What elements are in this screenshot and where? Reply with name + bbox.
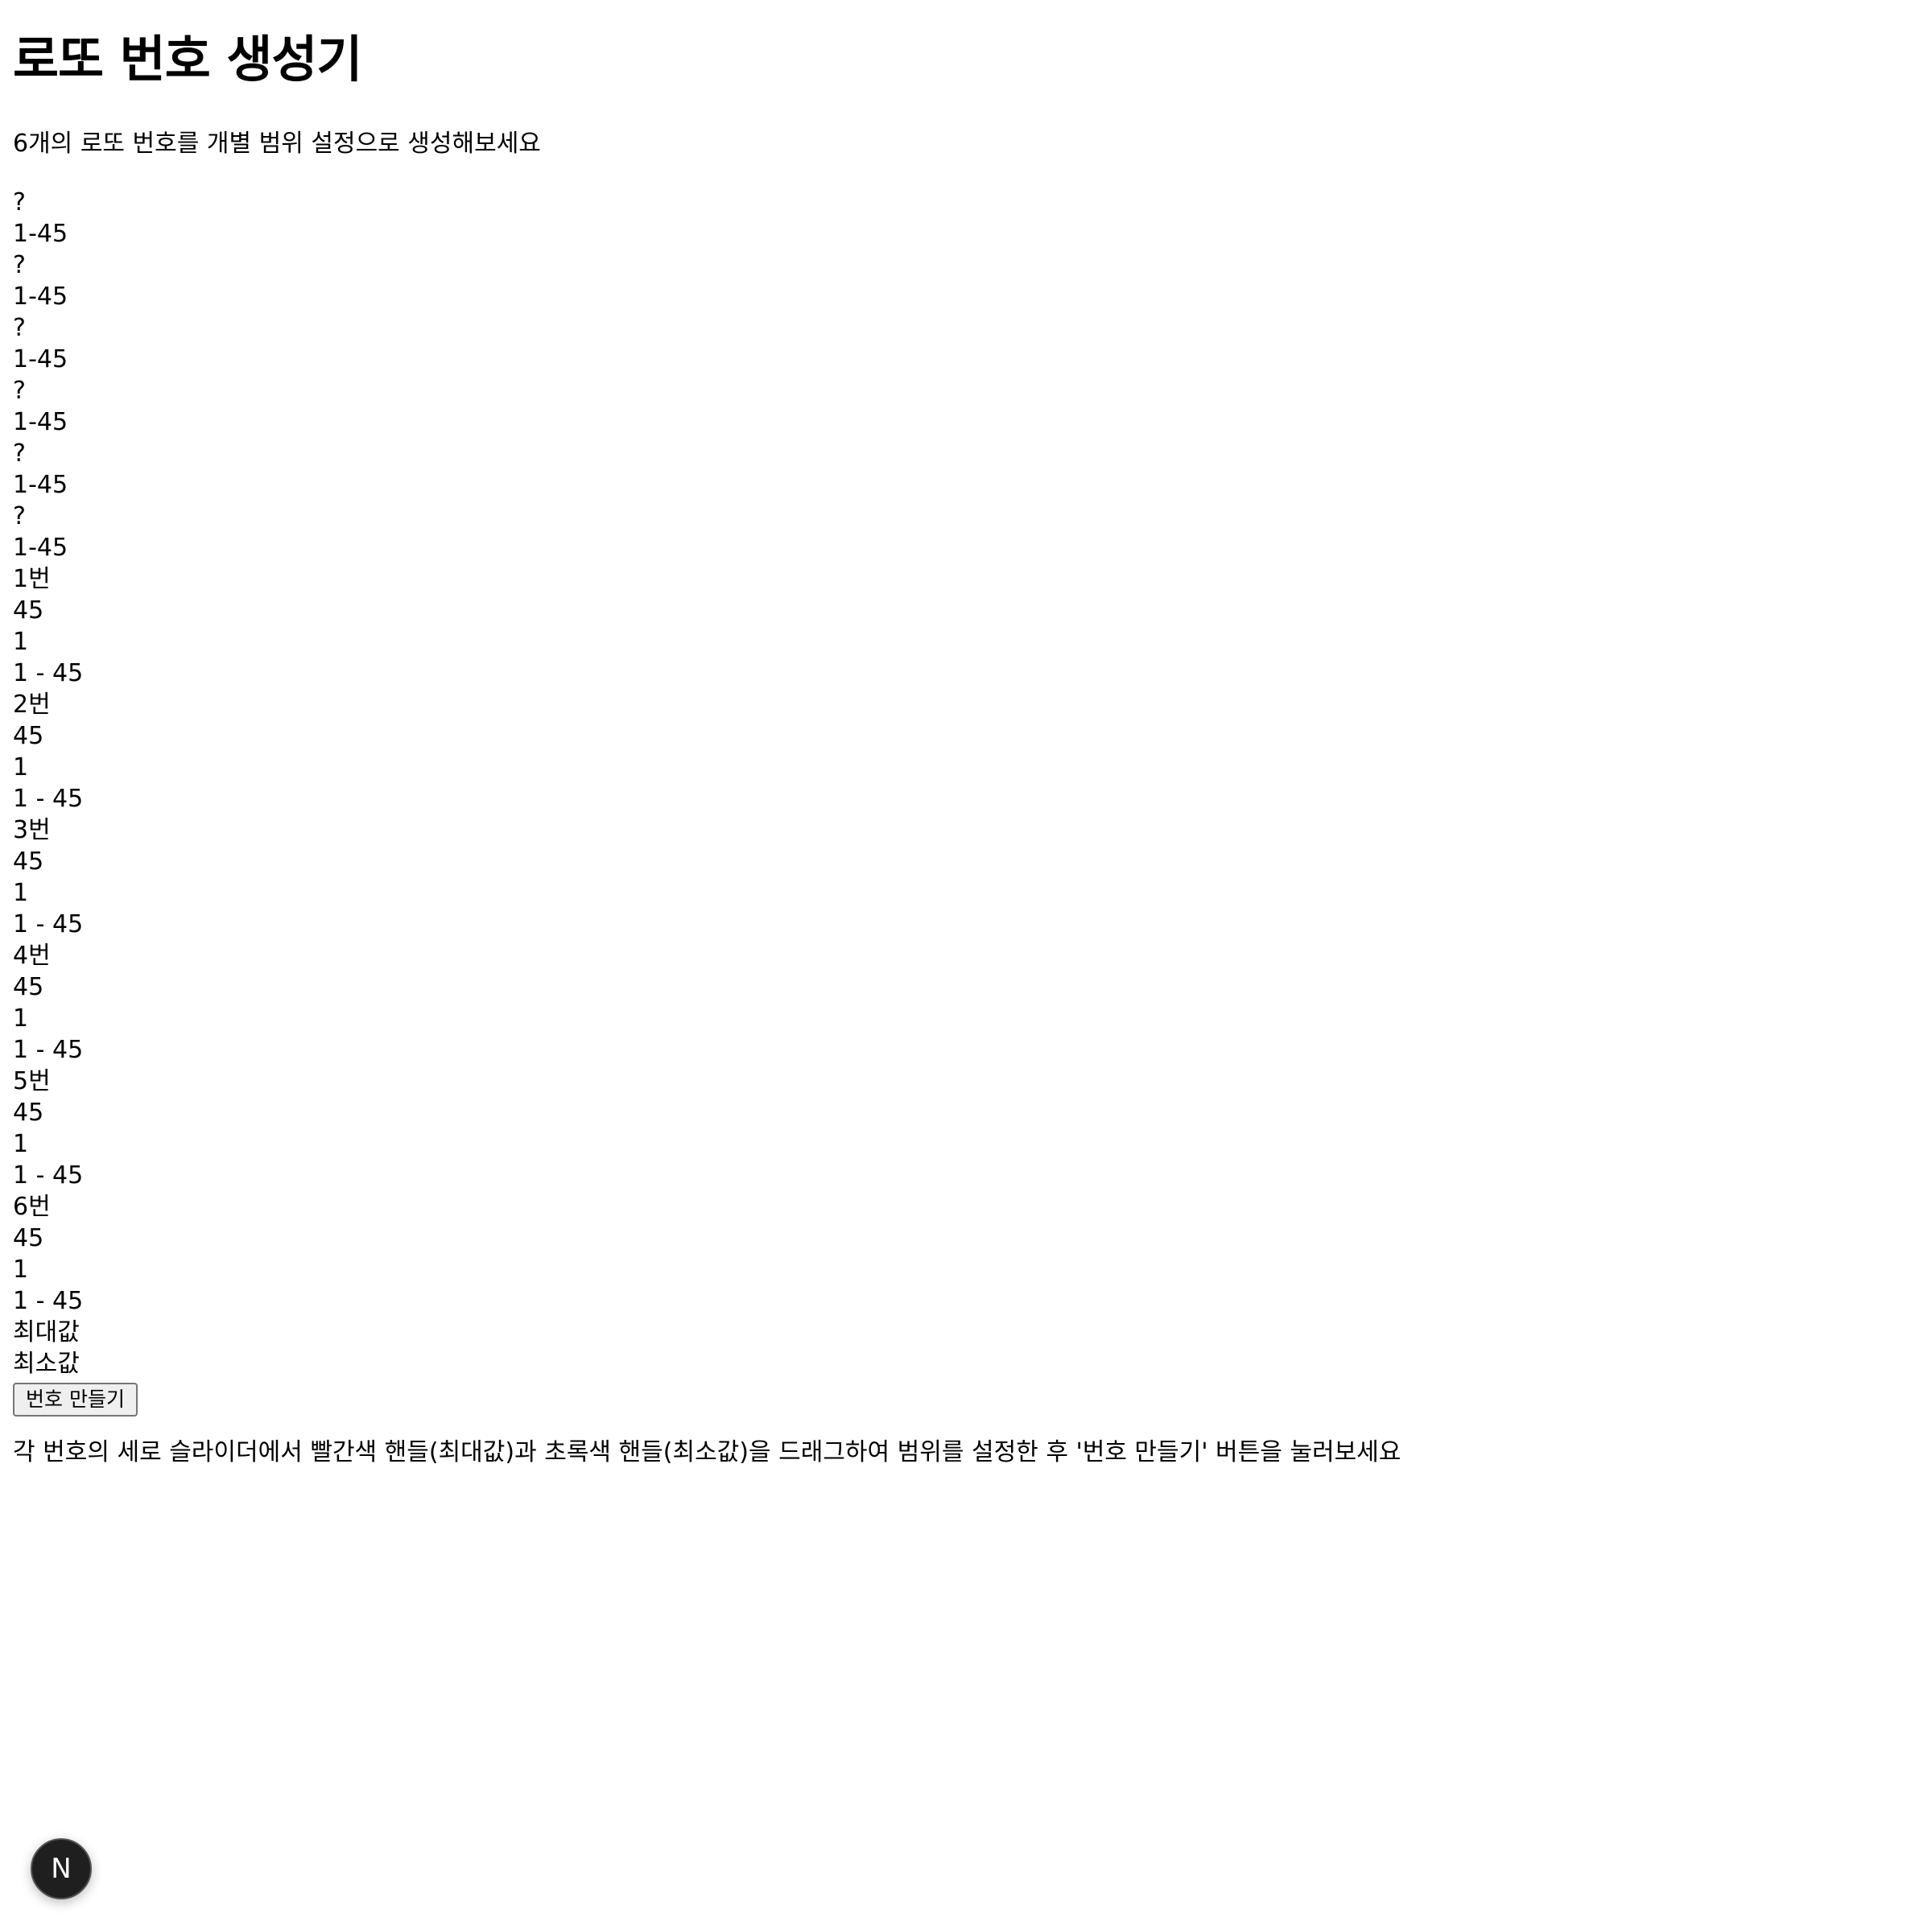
ball-value: ? (13, 251, 26, 279)
slider-min-value[interactable]: 1 (13, 877, 1932, 909)
slider-min-value[interactable]: 1 (13, 1128, 1932, 1160)
ball-item: ? 1-45 (13, 187, 1932, 249)
range-slider[interactable]: 3번 45 1 1 - 45 (13, 814, 1932, 940)
slider-max-value[interactable]: 45 (13, 595, 1932, 626)
range-slider[interactable]: 2번 45 1 1 - 45 (13, 689, 1932, 814)
slider-range-text: 1 - 45 (13, 910, 84, 938)
ball-list: ? 1-45 ? 1-45 ? 1-45 ? 1-45 ? 1-45 ? 1-4… (13, 187, 1932, 563)
slider-max-value[interactable]: 45 (13, 720, 1932, 752)
ball-item: ? 1-45 (13, 312, 1932, 375)
handle-legend: 최대값 최소값 (13, 1317, 1932, 1379)
slider-range-text: 1 - 45 (13, 1287, 84, 1315)
content: ? 1-45 ? 1-45 ? 1-45 ? 1-45 ? 1-45 ? 1-4… (13, 187, 1932, 1417)
slider-min-value[interactable]: 1 (13, 752, 1932, 783)
page: 로또 번호 생성기 6개의 로또 번호를 개별 범위 설정으로 생성해보세요 ?… (0, 0, 1932, 1930)
ball-item: ? 1-45 (13, 375, 1932, 438)
slider-range-text: 1 - 45 (13, 785, 84, 813)
slider-max-value[interactable]: 45 (13, 971, 1932, 1003)
nextjs-icon: N (51, 1853, 72, 1885)
slider-range-text: 1 - 45 (13, 1036, 84, 1064)
slider-min-value[interactable]: 1 (13, 626, 1932, 658)
range-slider[interactable]: 5번 45 1 1 - 45 (13, 1066, 1932, 1191)
ball-range: 1-45 (13, 220, 68, 248)
generate-button[interactable]: 번호 만들기 (13, 1383, 138, 1417)
instruction-text: 각 번호의 세로 슬라이더에서 빨간색 핸들(최대값)과 초록색 핸들(최소값)… (13, 1438, 1402, 1466)
slider-label: 5번 (13, 1067, 51, 1095)
ball-range: 1-45 (13, 408, 68, 436)
ball-range: 1-45 (13, 471, 68, 499)
range-slider[interactable]: 4번 45 1 1 - 45 (13, 940, 1932, 1066)
legend-max-label: 최대값 (13, 1318, 80, 1346)
ball-range: 1-45 (13, 345, 68, 373)
ball-range: 1-45 (13, 282, 68, 311)
slider-label: 4번 (13, 942, 51, 970)
slider-label: 6번 (13, 1193, 51, 1221)
slider-range-text: 1 - 45 (13, 659, 84, 687)
slider-list: 1번 45 1 1 - 45 2번 45 1 1 - 45 3번 45 1 1 … (13, 563, 1932, 1317)
range-slider[interactable]: 6번 45 1 1 - 45 (13, 1191, 1932, 1317)
range-slider[interactable]: 1번 45 1 1 - 45 (13, 563, 1932, 689)
ball-item: ? 1-45 (13, 501, 1932, 563)
slider-min-value[interactable]: 1 (13, 1254, 1932, 1285)
ball-value: ? (13, 439, 26, 468)
slider-max-value[interactable]: 45 (13, 1097, 1932, 1128)
slider-label: 2번 (13, 691, 51, 719)
ball-item: ? 1-45 (13, 438, 1932, 501)
ball-value: ? (13, 314, 26, 342)
slider-min-value[interactable]: 1 (13, 1003, 1932, 1034)
ball-range: 1-45 (13, 534, 68, 562)
legend-min-label: 최소값 (13, 1350, 80, 1378)
ball-value: ? (13, 188, 26, 217)
slider-range-text: 1 - 45 (13, 1161, 84, 1190)
ball-value: ? (13, 377, 26, 405)
page-subtitle: 6개의 로또 번호를 개별 범위 설정으로 생성해보세요 (13, 130, 541, 158)
slider-max-value[interactable]: 45 (13, 1223, 1932, 1254)
slider-label: 1번 (13, 565, 51, 593)
nextjs-dev-badge[interactable]: N (31, 1838, 92, 1899)
ball-item: ? 1-45 (13, 249, 1932, 312)
slider-label: 3번 (13, 816, 51, 844)
page-title: 로또 번호 생성기 (13, 30, 362, 89)
ball-value: ? (13, 502, 26, 530)
slider-max-value[interactable]: 45 (13, 846, 1932, 877)
